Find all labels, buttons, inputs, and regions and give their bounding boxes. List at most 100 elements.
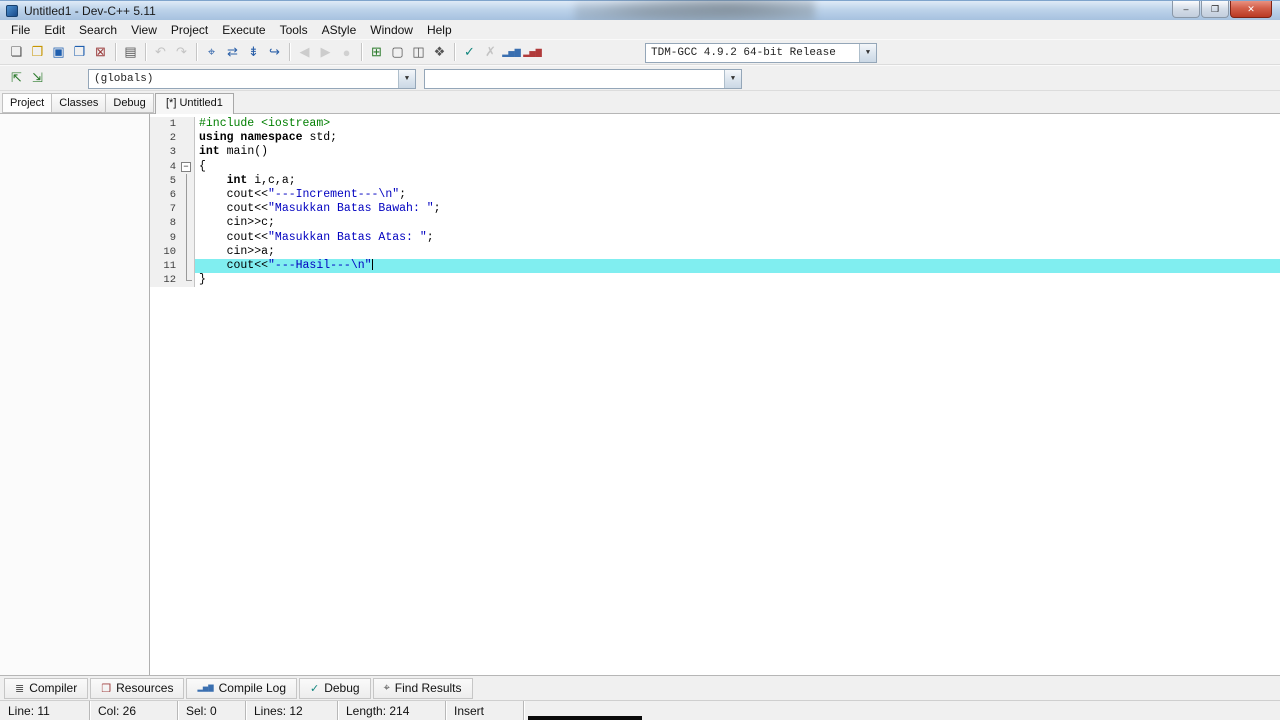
- line-number: 1: [150, 117, 180, 132]
- maximize-button[interactable]: ❐: [1201, 1, 1229, 18]
- new-source-icon[interactable]: ❏: [6, 42, 27, 62]
- delete-profiling-icon[interactable]: ▂▅▇: [522, 42, 543, 62]
- code-text: cin>>a;: [199, 244, 275, 258]
- project-options-icon[interactable]: ▢: [387, 42, 408, 62]
- compiler-icon: ≣: [15, 682, 25, 695]
- goto-implementation-icon[interactable]: ⇲: [27, 68, 48, 88]
- status-segment: Line: 11: [0, 701, 90, 720]
- replace-icon[interactable]: ⇄: [222, 42, 243, 62]
- compile-log-icon: ▂▅▇: [197, 685, 214, 692]
- toolbar-separator: [289, 43, 290, 61]
- code-text: cin>>c;: [199, 216, 275, 230]
- compiler-select-value: TDM-GCC 4.9.2 64-bit Release: [651, 47, 836, 59]
- sidebar-tab-project[interactable]: Project: [2, 93, 53, 113]
- insert-snippet-icon[interactable]: ◫: [408, 42, 429, 62]
- fold-marker-icon[interactable]: −: [180, 159, 195, 174]
- main-toolbar: ❏ ❒ ▣ ❐ ⊠ ▤ ↶ ↷ ⌖ ⇄ ⇟ ↪ ◀ ▶ ● ⊞ ▢ ◫ ❖ ✓ ✗ ▂▅▇ ▂▅▇ TDM-GCC 4.9.…: [0, 39, 1280, 65]
- menu-view[interactable]: View: [124, 22, 164, 38]
- bottom-tab-compiler[interactable]: ≣ Compiler: [4, 677, 89, 699]
- code-line[interactable]: 2 using namespace std;: [150, 131, 1280, 146]
- line-number: 8: [150, 216, 180, 231]
- sidebar-tab-debug[interactable]: Debug: [105, 93, 154, 113]
- project-panel[interactable]: [0, 114, 150, 675]
- goto-line-icon[interactable]: ↪: [264, 42, 285, 62]
- code-line[interactable]: 10 cin>>a;: [150, 244, 1280, 260]
- chevron-down-icon: ▼: [724, 70, 741, 88]
- menu-search[interactable]: Search: [72, 22, 124, 38]
- menu-project[interactable]: Project: [164, 22, 215, 38]
- minimize-button[interactable]: –: [1172, 1, 1200, 18]
- text-caret: [371, 259, 373, 271]
- close-button[interactable]: ✕: [1230, 1, 1272, 18]
- title-bar[interactable]: Untitled1 - Dev-C++ 5.11 – ❐ ✕: [0, 0, 1280, 27]
- editor-tab-untitled1[interactable]: [*] Untitled1: [155, 93, 234, 114]
- code-text: int main(): [199, 145, 269, 159]
- code-line[interactable]: 12}: [150, 273, 1280, 288]
- code-line[interactable]: 11 cout<<"---Hasil---\n": [150, 258, 1280, 274]
- compiler-select[interactable]: TDM-GCC 4.9.2 64-bit Release ▼: [645, 43, 877, 63]
- code-text: #include <iostream>: [199, 117, 331, 130]
- code-line[interactable]: 5 int i,c,a;: [150, 173, 1280, 189]
- line-number: 10: [150, 244, 180, 259]
- package-manager-icon[interactable]: ❖: [429, 42, 450, 62]
- code-editor[interactable]: 1 #include <iostream> 2 using namespace std…: [150, 114, 1280, 675]
- compile-icon[interactable]: ✓: [459, 42, 480, 62]
- code-line[interactable]: 6 cout<<"---Increment---\n";: [150, 187, 1280, 203]
- globals-select[interactable]: (globals) ▼: [88, 69, 416, 89]
- code-lines: 1 #include <iostream> 2 using namespace std…: [150, 117, 1280, 288]
- bottom-tab-compile-log[interactable]: ▂▅▇ Compile Log: [186, 677, 297, 699]
- members-select[interactable]: ▼: [424, 69, 742, 89]
- code-line[interactable]: 8 cin>>c;: [150, 216, 1280, 231]
- abort-compilation-icon: ✗: [485, 44, 496, 59]
- menu-window[interactable]: Window: [363, 22, 420, 38]
- open-file-icon[interactable]: ❒: [27, 42, 48, 62]
- bottom-tab-label: Compiler: [29, 681, 78, 695]
- menu-edit[interactable]: Edit: [37, 22, 72, 38]
- bottom-panel-tabs: ≣ Compiler ❒ Resources ▂▅▇ Compile Log ✓ Debug ⌖…: [0, 675, 1280, 700]
- save-icon[interactable]: ▣: [48, 42, 69, 62]
- bottom-tab-debug[interactable]: ✓ Debug: [299, 677, 371, 699]
- resources-icon: ❒: [101, 682, 112, 695]
- code-line[interactable]: 3 int main(): [150, 145, 1280, 160]
- bottom-tab-label: Resources: [116, 681, 174, 695]
- code-text: }: [199, 273, 206, 287]
- menu-astyle[interactable]: AStyle: [315, 22, 364, 38]
- line-number: 6: [150, 187, 180, 203]
- toolbar-separator: [115, 43, 116, 61]
- line-number: 4: [150, 159, 180, 174]
- code-line[interactable]: 7 cout<<"Masukkan Batas Bawah: ";: [150, 202, 1280, 217]
- fold-margin: [180, 244, 195, 260]
- save-all-icon[interactable]: ❐: [69, 42, 90, 62]
- fold-margin: [180, 216, 195, 231]
- menu-tools[interactable]: Tools: [273, 22, 315, 38]
- code-line[interactable]: 1 #include <iostream>: [150, 117, 1280, 132]
- new-project-icon[interactable]: ⊞: [366, 42, 387, 62]
- menu-bar: File Edit Search View Project Execute Tools ASt…: [0, 20, 1280, 39]
- sidebar-tab-classes[interactable]: Classes: [51, 93, 107, 113]
- status-segment: Col: 26: [90, 701, 178, 720]
- bottom-tab-find-results[interactable]: ⌖ Find Results: [372, 677, 473, 699]
- line-number: 7: [150, 202, 180, 217]
- chevron-down-icon: ▼: [859, 44, 876, 62]
- print-icon[interactable]: ▤: [120, 42, 141, 62]
- find-next-icon[interactable]: ⇟: [243, 42, 264, 62]
- code-line[interactable]: 9 cout<<"Masukkan Batas Atas: ";: [150, 230, 1280, 245]
- status-segment: Lines: 12: [246, 701, 338, 720]
- main-area: 1 #include <iostream> 2 using namespace std…: [0, 114, 1280, 675]
- line-number: 3: [150, 145, 180, 160]
- fold-margin: [180, 131, 195, 146]
- bottom-tab-resources[interactable]: ❒ Resources: [90, 677, 185, 699]
- menu-execute[interactable]: Execute: [215, 22, 272, 38]
- bottom-tab-label: Compile Log: [218, 681, 286, 695]
- close-file-icon[interactable]: ⊠: [90, 42, 111, 62]
- fold-margin: [180, 258, 195, 274]
- line-number: 12: [150, 273, 180, 288]
- profile-icon[interactable]: ▂▅▇: [501, 42, 522, 62]
- code-line[interactable]: 4−{: [150, 159, 1280, 174]
- find-icon[interactable]: ⌖: [201, 42, 222, 62]
- forward-icon: ▶: [320, 44, 331, 59]
- debug-icon: ✓: [310, 682, 320, 695]
- menu-file[interactable]: File: [4, 22, 37, 38]
- menu-help[interactable]: Help: [420, 22, 459, 38]
- goto-declaration-icon[interactable]: ⇱: [6, 68, 27, 88]
